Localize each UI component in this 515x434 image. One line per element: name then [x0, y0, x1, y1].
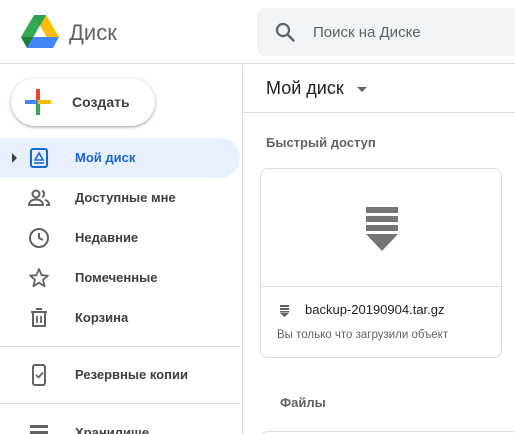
- search-icon[interactable]: [275, 22, 295, 42]
- main-header: Мой диск: [243, 65, 515, 113]
- file-preview: [261, 169, 501, 287]
- trash-icon: [31, 308, 47, 327]
- sidebar-item-my-drive[interactable]: Мой диск: [0, 138, 240, 178]
- plus-icon: [25, 89, 51, 115]
- archive-file-icon: [366, 207, 398, 251]
- sidebar-item-label: Резервные копии: [75, 367, 188, 382]
- sidebar-divider: [0, 403, 240, 404]
- sidebar-item-label: Корзина: [75, 310, 129, 325]
- shared-people-icon: [27, 189, 51, 206]
- sidebar-item-label: Мой диск: [75, 150, 136, 165]
- caret-down-icon[interactable]: [357, 87, 367, 92]
- clock-icon: [29, 228, 49, 248]
- my-drive-icon: [30, 148, 48, 168]
- search-input[interactable]: [313, 8, 513, 56]
- expand-arrow-icon[interactable]: [12, 153, 17, 163]
- sidebar-item-label: Доступные мне: [75, 190, 176, 205]
- files-title: Файлы: [280, 395, 326, 410]
- sidebar-item-backups[interactable]: Резервные копии: [0, 355, 240, 395]
- sidebar-item-trash[interactable]: Корзина: [0, 298, 240, 338]
- quick-access-card[interactable]: backup-20190904.tar.gz Вы только что заг…: [260, 168, 502, 358]
- app-title[interactable]: Диск: [69, 20, 117, 46]
- create-button[interactable]: Создать: [11, 78, 155, 126]
- sidebar-item-starred[interactable]: Помеченные: [0, 258, 240, 298]
- main-content: Мой диск Быстрый доступ backup-20190904.…: [242, 65, 515, 434]
- drive-logo-icon[interactable]: [20, 15, 60, 51]
- archive-file-small-icon: [280, 305, 289, 317]
- sidebar-item-recent[interactable]: Недавние: [0, 218, 240, 258]
- sidebar: Создать Мой диск Доступные мне Недавние …: [0, 65, 242, 434]
- star-icon: [29, 268, 49, 288]
- sidebar-item-shared[interactable]: Доступные мне: [0, 178, 240, 218]
- file-name-row: backup-20190904.tar.gz: [261, 287, 501, 327]
- search-box[interactable]: [257, 8, 515, 56]
- sidebar-item-label: Помеченные: [75, 270, 158, 285]
- sidebar-item-label: Хранилище: [75, 425, 150, 434]
- file-subtitle: Вы только что загрузили объект: [277, 329, 449, 341]
- storage-icon: [30, 425, 48, 434]
- quick-access-title: Быстрый доступ: [266, 135, 376, 150]
- create-button-label: Создать: [72, 94, 130, 110]
- page-title[interactable]: Мой диск: [266, 78, 344, 99]
- sidebar-divider: [0, 346, 240, 347]
- file-name: backup-20190904.tar.gz: [305, 302, 445, 317]
- top-bar: Диск: [0, 0, 515, 64]
- sidebar-item-label: Недавние: [75, 230, 139, 245]
- sidebar-item-storage[interactable]: Хранилище: [0, 413, 240, 434]
- backup-device-icon: [32, 364, 46, 386]
